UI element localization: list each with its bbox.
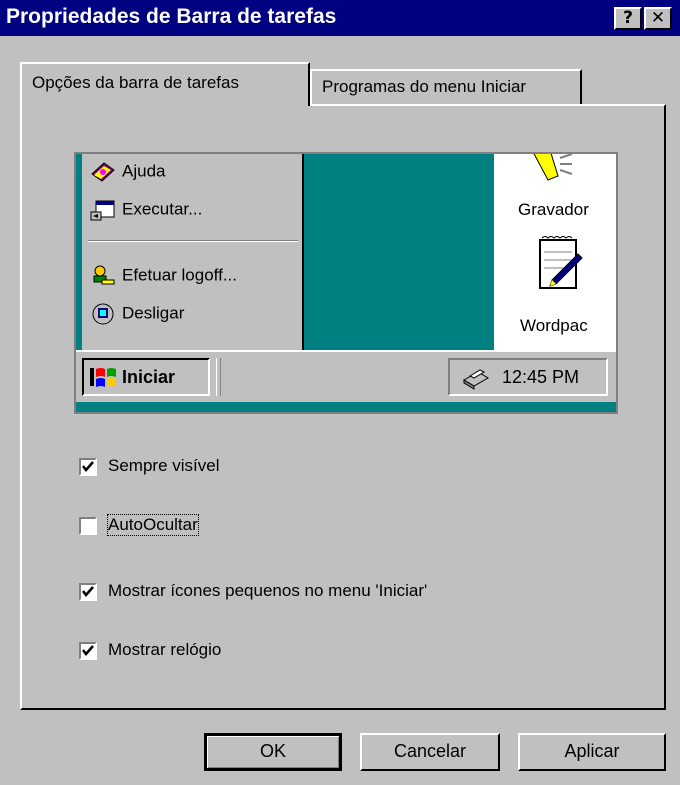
logoff-key-icon xyxy=(93,265,115,285)
menu-item-run: Executar... xyxy=(90,198,202,222)
windows-logo-icon xyxy=(90,368,116,387)
taskbar-preview: Ajuda Executar... Efetuar logoff... Desl… xyxy=(74,152,618,414)
menu-separator xyxy=(88,240,298,242)
window-title: Propriedades de Barra de tarefas xyxy=(6,5,337,28)
start-menu-preview: Ajuda Executar... Efetuar logoff... Desl… xyxy=(82,154,304,352)
printer-icon xyxy=(463,369,489,390)
checkbox-small-icons[interactable] xyxy=(79,583,97,601)
checkbox-show-clock[interactable] xyxy=(79,642,97,660)
menu-item-help: Ajuda xyxy=(90,160,165,184)
ok-button[interactable]: OK xyxy=(204,733,342,771)
wordpad-notepad-icon xyxy=(539,236,583,289)
checkmark-icon xyxy=(82,461,94,472)
help-button[interactable]: ? xyxy=(614,7,642,30)
option-label-show-clock[interactable]: Mostrar relógio xyxy=(108,640,221,660)
apply-button[interactable]: Aplicar xyxy=(518,733,666,771)
option-label-small-icons[interactable]: Mostrar ícones pequenos no menu 'Iniciar… xyxy=(108,581,427,601)
clock-display: 12:45 PM xyxy=(502,367,580,387)
shutdown-computer-icon xyxy=(92,303,114,325)
desktop-preview: Gravador Wordpac xyxy=(494,154,616,382)
title-bar[interactable]: Propriedades de Barra de tarefas ? ✕ xyxy=(0,0,680,36)
checkmark-icon xyxy=(82,586,94,597)
menu-item-shutdown: Desligar xyxy=(90,302,184,326)
desktop-icon-label: Wordpac xyxy=(520,316,588,335)
option-label-always-on-top[interactable]: Sempre visível xyxy=(108,456,219,476)
close-button[interactable]: ✕ xyxy=(644,7,672,30)
taskbar-grip xyxy=(216,358,221,396)
tab-label: Programas do menu Iniciar xyxy=(322,77,527,96)
tab-start-menu-programs[interactable]: Programas do menu Iniciar xyxy=(310,69,582,106)
start-button-label: Iniciar xyxy=(122,367,176,387)
sound-recorder-icon xyxy=(533,154,573,181)
option-label-auto-hide[interactable]: AutoOcultar xyxy=(107,514,199,536)
checkbox-auto-hide[interactable] xyxy=(79,517,97,535)
help-book-icon xyxy=(91,162,115,182)
start-button-preview: Iniciar xyxy=(82,358,210,396)
checkmark-icon xyxy=(82,645,94,656)
checkbox-always-on-top[interactable] xyxy=(79,458,97,476)
run-icon xyxy=(90,200,115,221)
desktop-icon-label: Gravador xyxy=(518,200,589,219)
taskbar-preview-bar: Iniciar 12:45 PM xyxy=(76,350,616,402)
tab-taskbar-options[interactable]: Opções da barra de tarefas xyxy=(20,62,310,106)
tab-label: Opções da barra de tarefas xyxy=(32,73,239,92)
menu-item-logoff: Efetuar logoff... xyxy=(90,264,237,288)
system-tray-preview: 12:45 PM xyxy=(448,358,608,396)
cancel-button[interactable]: Cancelar xyxy=(360,733,500,771)
